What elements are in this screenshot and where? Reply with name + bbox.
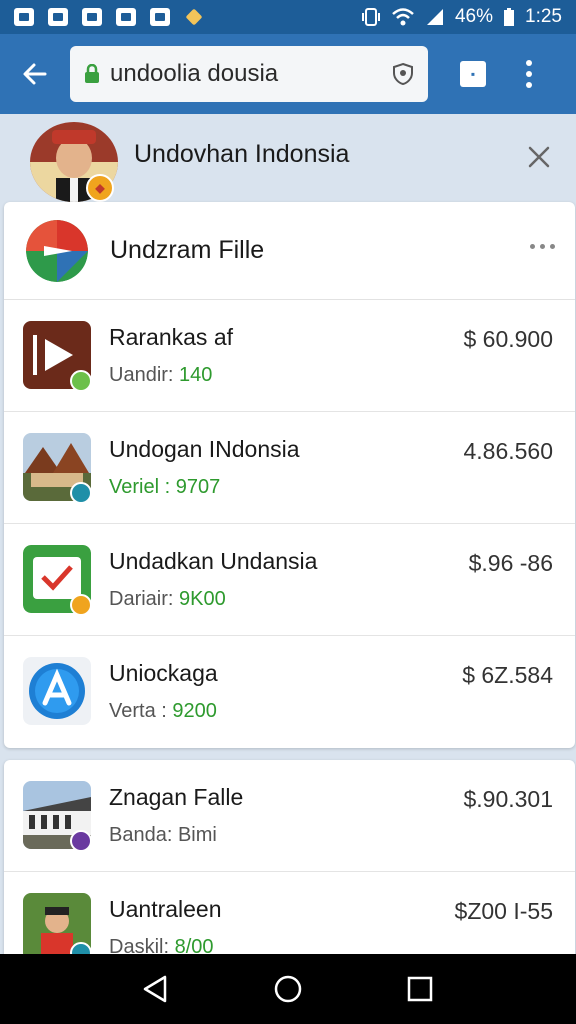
back-triangle-icon[interactable] [141, 974, 171, 1004]
item-subtitle: Dariair: 9K00 [109, 588, 226, 610]
item-price: 4.86.560 [463, 438, 553, 464]
diamond-notification-icon [184, 8, 204, 26]
chat-notification-icon [150, 8, 170, 26]
back-arrow-icon [23, 63, 47, 85]
avatar-badge-icon: ◆ [86, 174, 114, 202]
item-price: $Z00 I-55 [454, 898, 553, 924]
check-badge-icon [70, 370, 92, 392]
list-item[interactable]: Undadkan Undansia Dariair: 9K00 $.96 -86 [4, 524, 575, 636]
verified-badge-icon [70, 482, 92, 504]
shield-icon[interactable] [392, 62, 414, 86]
photo-notification-icon [82, 8, 102, 26]
item-subtitle: Banda: Bimi [109, 824, 217, 846]
profile-header: ◆ Undovhan Indonsia [0, 114, 576, 206]
card-title: Undzram Fille [110, 236, 265, 264]
message-notification-icon [48, 8, 68, 26]
list-item[interactable]: Znagan Falle Banda: Bimi $.90.301 [4, 760, 575, 872]
list-item[interactable]: Uantraleen Daskil: 8/00 $Z00 I-55 [4, 872, 575, 960]
home-circle-icon[interactable] [273, 974, 303, 1004]
item-title: Znagan Falle [109, 784, 244, 810]
address-bar[interactable]: undoolia dousia [70, 46, 428, 102]
item-title: Undogan INdonsia [109, 436, 300, 462]
overflow-menu-button[interactable] [526, 60, 532, 88]
app-logo-icon [26, 219, 88, 282]
list-item[interactable]: Undogan INdonsia Veriel : 9707 4.86.560 [4, 412, 575, 524]
url-text: undoolia dousia [110, 60, 279, 87]
more-options-button[interactable] [530, 244, 555, 249]
check-badge-icon [70, 594, 92, 616]
badge-icon [70, 830, 92, 852]
shield-notification-icon [116, 8, 136, 26]
signal-icon [426, 9, 443, 25]
item-price: $.90.301 [463, 786, 553, 812]
tab-switcher-icon: ▪ [470, 67, 476, 81]
back-button[interactable] [0, 34, 70, 114]
battery-icon [504, 8, 515, 26]
list-item[interactable]: Rarankas af Uandir: 140 $ 60.900 [4, 300, 575, 412]
clock: 1:25 [525, 6, 562, 27]
item-title: Uniockaga [109, 660, 218, 686]
recents-square-icon[interactable] [405, 974, 435, 1004]
close-icon[interactable] [524, 142, 554, 172]
app-store-icon [23, 657, 91, 725]
item-price: $ 6Z.584 [462, 662, 553, 688]
wifi-icon [392, 8, 414, 26]
item-price: $.96 -86 [468, 550, 553, 576]
item-title: Uantraleen [109, 896, 222, 922]
profile-name: Undovhan Indonsia [134, 140, 350, 168]
item-subtitle: Verta : 9200 [109, 700, 217, 722]
battery-percent: 46% [454, 6, 494, 27]
item-price: $ 60.900 [463, 326, 553, 352]
gallery-notification-icon [14, 8, 34, 26]
list-item[interactable]: Uniockaga Verta : 9200 $ 6Z.584 [4, 636, 575, 748]
item-title: Rarankas af [109, 324, 234, 350]
browser-toolbar: undoolia dousia ▪ [0, 34, 576, 114]
item-title: Undadkan Undansia [109, 548, 318, 574]
file-list-card-secondary: Znagan Falle Banda: Bimi $.90.301 Uantra… [4, 760, 575, 960]
lock-icon [85, 64, 99, 83]
vibrate-icon [361, 8, 380, 26]
card-header: Undzram Fille [4, 202, 575, 300]
tab-switcher-button[interactable]: ▪ [460, 61, 486, 87]
item-subtitle: Uandir: 140 [109, 364, 213, 386]
system-nav-bar [0, 954, 576, 1024]
status-bar: 46% 1:25 [0, 0, 576, 34]
file-list-card: Undzram Fille Rarankas af Uandir: 140 $ … [4, 202, 575, 748]
notification-icons [14, 8, 204, 26]
item-subtitle: Veriel : 9707 [109, 476, 221, 498]
